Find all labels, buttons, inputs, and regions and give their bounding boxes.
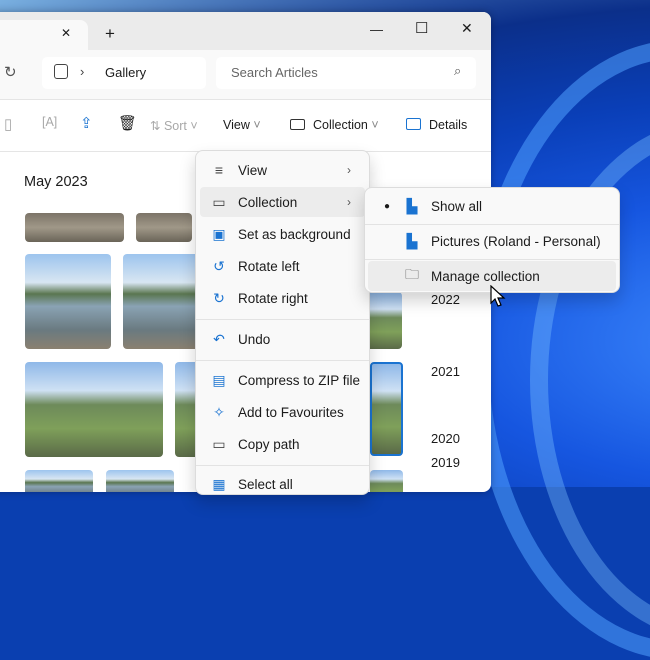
- collection-button[interactable]: Collection ˅: [290, 118, 379, 132]
- collection-label: Collection: [313, 118, 368, 132]
- menu-item-view[interactable]: ≡ View ›: [200, 155, 365, 185]
- submenu-item-label: Manage collection: [431, 268, 540, 284]
- menu-divider: [196, 465, 369, 466]
- section-title: May 2023: [24, 174, 88, 190]
- view-label: View: [223, 118, 250, 132]
- folder-icon: 🗀: [405, 266, 419, 282]
- details-icon: [406, 118, 421, 130]
- menu-item-label: View: [238, 162, 268, 178]
- refresh-button[interactable]: ↻: [4, 63, 17, 81]
- rename-icon: [A]: [42, 115, 58, 129]
- new-tab-button[interactable]: +: [105, 24, 115, 44]
- submenu-item-pictures[interactable]: ▙ Pictures (Roland - Personal): [368, 226, 616, 256]
- background-icon: ▣: [212, 225, 226, 242]
- photo-thumbnail[interactable]: [136, 213, 192, 242]
- timeline-year[interactable]: 2019: [431, 455, 460, 470]
- search-icon[interactable]: ⌕: [454, 63, 461, 79]
- menu-item-label: Select all: [238, 476, 293, 492]
- command-bar: ▯ [A] ⇪ 🗑 ⇅ Sort ˅ View ˅ Collection ˅ D…: [0, 100, 491, 152]
- zip-icon: ▤: [212, 371, 226, 388]
- menu-item-label: Undo: [238, 331, 271, 347]
- menu-divider: [196, 319, 369, 320]
- rotate-left-icon: ↺: [213, 257, 225, 274]
- select-all-icon: ▦: [212, 475, 226, 492]
- menu-item-collection[interactable]: ▭ Collection ›: [200, 187, 365, 217]
- search-input[interactable]: Search Articles ⌕: [216, 57, 476, 89]
- tab-gallery[interactable]: ✕: [0, 20, 88, 50]
- collection-submenu: ● ▙ Show all ▙ Pictures (Roland - Personal)…: [364, 187, 620, 293]
- context-menu: ≡ View › ▭ Collection › ▣ Set as background ↺…: [195, 150, 370, 495]
- search-placeholder: Search Articles: [231, 65, 318, 80]
- timeline-year[interactable]: 2021: [431, 364, 460, 379]
- menu-item-label: Rotate right: [238, 290, 308, 306]
- submenu-item-show-all[interactable]: ● ▙ Show all: [368, 191, 616, 221]
- photo-thumbnail[interactable]: [25, 470, 93, 492]
- picture-icon: ▙: [406, 197, 418, 214]
- details-button[interactable]: Details: [406, 118, 467, 132]
- details-label: Details: [429, 118, 468, 132]
- menu-item-label: Set as background: [238, 226, 351, 242]
- collection-icon: ▭: [212, 193, 226, 210]
- undo-icon: ↶: [213, 330, 225, 347]
- gallery-icon: [54, 64, 68, 79]
- menu-item-select-all[interactable]: ▦ Select all: [200, 469, 365, 499]
- menu-item-label: Rotate left: [238, 258, 300, 274]
- chevron-right-icon: ›: [347, 163, 351, 177]
- submenu-item-label: Pictures (Roland - Personal): [431, 233, 601, 249]
- menu-item-rotate-left[interactable]: ↺ Rotate left: [200, 251, 365, 281]
- menu-item-undo[interactable]: ↶ Undo: [200, 324, 365, 354]
- photo-thumbnail[interactable]: [25, 362, 163, 457]
- submenu-item-label: Show all: [431, 198, 483, 214]
- picture-icon: ▙: [406, 232, 418, 249]
- chevron-right-icon: ›: [347, 195, 351, 209]
- menu-item-copy-path[interactable]: ▭ Copy path: [200, 429, 365, 459]
- paste-icon: ▯: [4, 116, 13, 133]
- minimize-button[interactable]: —: [370, 22, 383, 37]
- photo-thumbnail-selected[interactable]: [370, 362, 403, 456]
- delete-icon[interactable]: 🗑: [118, 114, 137, 132]
- rotate-right-icon: ↻: [213, 289, 225, 306]
- menu-divider: [365, 224, 619, 225]
- photo-thumbnail[interactable]: [25, 254, 111, 349]
- sort-button: ⇅ Sort ˅: [150, 119, 198, 133]
- mouse-cursor-icon: [490, 285, 506, 307]
- pin-icon: ✧: [213, 403, 225, 420]
- sort-label: Sort: [163, 119, 187, 133]
- menu-item-label: Copy path: [238, 436, 300, 452]
- chevron-right-icon: ›: [80, 64, 85, 79]
- selected-bullet-icon: ●: [384, 200, 391, 212]
- breadcrumb-gallery[interactable]: Gallery: [105, 65, 146, 80]
- collection-icon: [290, 119, 305, 130]
- menu-item-label: Add to Favourites: [238, 404, 344, 420]
- share-icon[interactable]: ⇪: [80, 114, 93, 132]
- copy-path-icon: ▭: [212, 435, 226, 452]
- menu-item-label: Compress to ZIP file: [238, 372, 361, 388]
- photo-thumbnail[interactable]: [365, 292, 402, 349]
- view-button[interactable]: View ˅: [223, 118, 261, 132]
- maximize-button[interactable]: ☐: [415, 19, 428, 37]
- photo-thumbnail[interactable]: [370, 470, 403, 492]
- photo-thumbnail[interactable]: [123, 254, 203, 349]
- address-bar-row: ↻ › Gallery Search Articles ⌕: [0, 50, 491, 100]
- menu-item-rotate-right[interactable]: ↻ Rotate right: [200, 283, 365, 313]
- menu-item-label: Collection: [238, 194, 298, 210]
- menu-item-add-to-favourites[interactable]: ✧ Add to Favourites: [200, 397, 365, 427]
- title-bar: ✕ + — ☐ ✕: [0, 12, 491, 50]
- list-icon: ≡: [214, 162, 224, 178]
- menu-divider: [365, 259, 619, 260]
- timeline-year[interactable]: 2020: [431, 431, 460, 446]
- tab-close-icon[interactable]: ✕: [61, 26, 71, 40]
- breadcrumb[interactable]: › Gallery: [42, 57, 206, 89]
- menu-item-set-as-background[interactable]: ▣ Set as background: [200, 219, 365, 249]
- photo-thumbnail[interactable]: [106, 470, 174, 492]
- menu-divider: [196, 360, 369, 361]
- photo-thumbnail[interactable]: [25, 213, 124, 242]
- menu-item-compress-zip[interactable]: ▤ Compress to ZIP file: [200, 365, 365, 395]
- timeline-year[interactable]: 2022: [431, 292, 460, 307]
- close-button[interactable]: ✕: [461, 20, 473, 37]
